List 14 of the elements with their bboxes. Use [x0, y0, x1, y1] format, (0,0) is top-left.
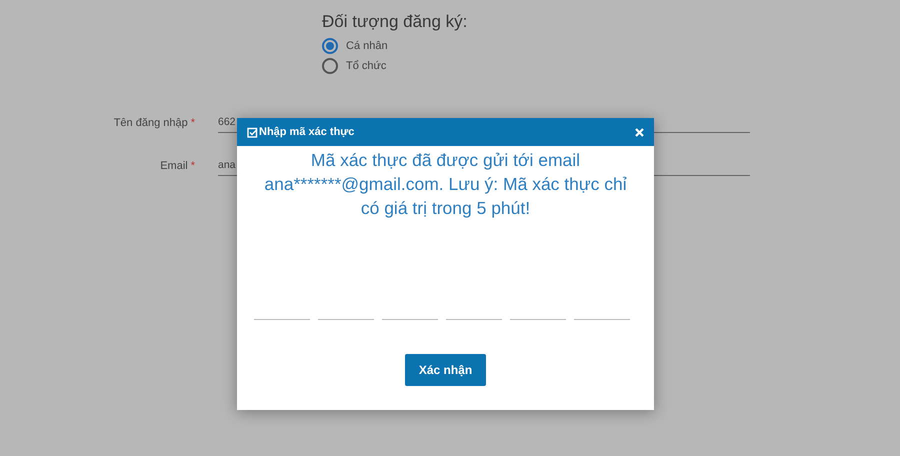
field-label: Tên đăng nhập — [114, 116, 188, 128]
radio-button[interactable] — [322, 58, 338, 74]
checkbox-icon — [247, 126, 258, 138]
section-heading: Đối tượng đăng ký: — [322, 12, 468, 32]
required-mark: * — [190, 116, 195, 128]
field-label: Email — [160, 160, 188, 172]
required-mark: * — [190, 160, 195, 172]
dialog-title: Nhập mã xác thực — [259, 126, 354, 138]
radio-label: Tổ chức — [346, 60, 386, 72]
radio-label: Cá nhân — [346, 40, 388, 52]
close-icon[interactable] — [635, 128, 644, 136]
radio-button[interactable] — [322, 38, 338, 54]
dialog-message: Mã xác thực đã được gửi tới email ana*******@gmail.com. Lưu ý: Mã xác thực chỉ có giá trị trong 5 phút! — [263, 149, 628, 220]
confirm-button[interactable]: Xác nhận — [404, 354, 486, 386]
